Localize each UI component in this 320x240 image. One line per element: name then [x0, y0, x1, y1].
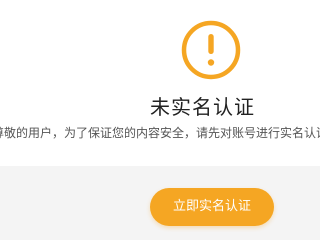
verification-screen: 未实名认证 尊敬的用户，为了保证您的内容安全，请先对账号进行实名认证 立即实名认… [0, 0, 320, 240]
verify-now-button[interactable]: 立即实名认证 [150, 188, 274, 226]
exclamation-circle-icon [181, 20, 241, 80]
notice-description: 尊敬的用户，为了保证您的内容安全，请先对账号进行实名认证 [0, 126, 320, 140]
notice-panel: 未实名认证 尊敬的用户，为了保证您的内容安全，请先对账号进行实名认证 [0, 0, 320, 166]
notice-title: 未实名认证 [150, 95, 255, 119]
